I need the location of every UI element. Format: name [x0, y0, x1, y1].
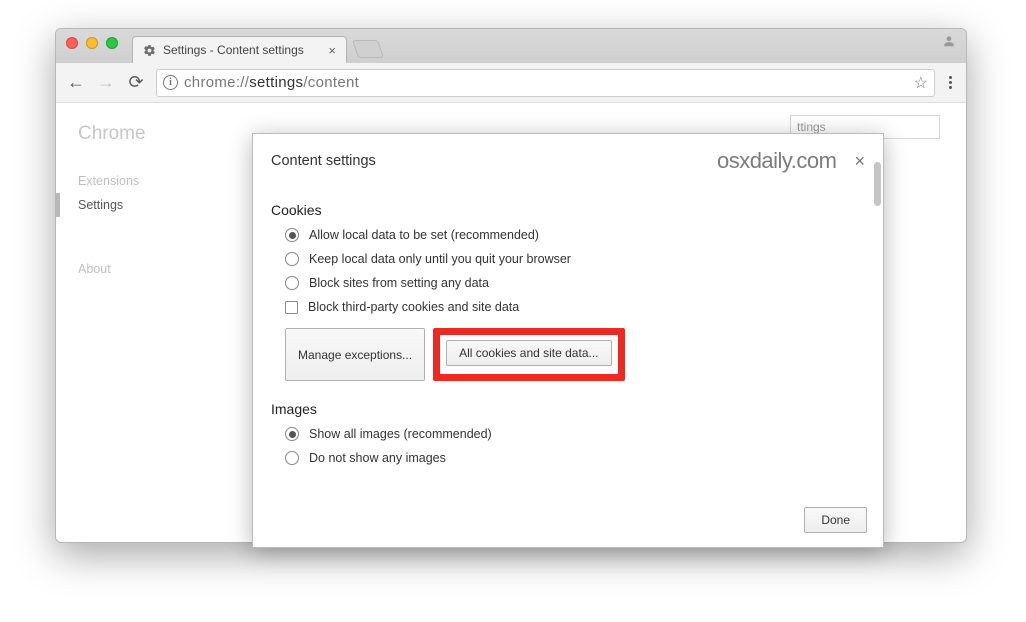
sidebar: Chrome Extensions Settings About — [56, 103, 204, 542]
cookies-button-row: Manage exceptions... All cookies and sit… — [285, 328, 865, 381]
close-window-button[interactable] — [66, 37, 78, 49]
done-button[interactable]: Done — [804, 507, 867, 533]
sidebar-item-settings[interactable]: Settings — [56, 193, 204, 217]
minimize-window-button[interactable] — [86, 37, 98, 49]
dialog-header: Content settings osxdaily.com × — [253, 134, 883, 184]
radio-icon — [285, 276, 299, 290]
watermark-text: osxdaily.com — [717, 148, 837, 174]
back-button[interactable]: ← — [66, 72, 86, 93]
radio-icon — [285, 252, 299, 266]
radio-icon — [285, 228, 299, 242]
url-text: chrome://settings/content — [184, 74, 359, 91]
dialog-footer: Done — [253, 497, 883, 547]
manage-exceptions-button[interactable]: Manage exceptions... — [285, 328, 425, 381]
radio-icon — [285, 451, 299, 465]
gear-icon — [143, 44, 156, 57]
dialog-title: Content settings — [271, 153, 376, 169]
dialog-close-button[interactable]: × — [854, 151, 865, 172]
toolbar: ← → ⟳ i chrome://settings/content ☆ — [56, 63, 966, 103]
profile-button[interactable] — [942, 34, 956, 53]
radio-label: Allow local data to be set (recommended) — [309, 228, 539, 242]
cookies-option-allow[interactable]: Allow local data to be set (recommended) — [285, 228, 865, 242]
bookmark-star-icon[interactable]: ☆ — [914, 73, 928, 93]
checkbox-icon — [285, 301, 298, 314]
sidebar-item-extensions[interactable]: Extensions — [78, 169, 204, 193]
images-option-show[interactable]: Show all images (recommended) — [285, 427, 865, 441]
url-scheme: chrome:// — [184, 74, 249, 91]
tab-settings[interactable]: Settings - Content settings × — [132, 36, 347, 63]
radio-label: Keep local data only until you quit your… — [309, 252, 571, 266]
site-info-icon[interactable]: i — [163, 75, 178, 90]
content-settings-dialog: Content settings osxdaily.com × Cookies … — [252, 133, 884, 548]
dialog-body: Cookies Allow local data to be set (reco… — [253, 184, 883, 497]
reload-button[interactable]: ⟳ — [126, 72, 146, 93]
omnibox[interactable]: i chrome://settings/content ☆ — [156, 69, 935, 97]
radio-icon — [285, 427, 299, 441]
url-path: /content — [303, 74, 359, 91]
window-controls — [66, 37, 118, 49]
sidebar-item-about[interactable]: About — [78, 257, 204, 281]
images-option-hide[interactable]: Do not show any images — [285, 451, 865, 465]
search-placeholder-fragment: ttings — [797, 120, 826, 134]
tabstrip: Settings - Content settings × — [56, 29, 966, 63]
tab-close-icon[interactable]: × — [328, 43, 336, 58]
cookies-option-keep-until-quit[interactable]: Keep local data only until you quit your… — [285, 252, 865, 266]
cookies-block-thirdparty-checkbox[interactable]: Block third-party cookies and site data — [285, 300, 865, 314]
url-host: settings — [249, 74, 303, 91]
radio-label: Do not show any images — [309, 451, 446, 465]
newtab-button[interactable] — [352, 40, 384, 58]
overflow-menu-button[interactable] — [945, 76, 956, 89]
cookies-option-block[interactable]: Block sites from setting any data — [285, 276, 865, 290]
cookies-heading: Cookies — [271, 202, 865, 218]
forward-button[interactable]: → — [96, 72, 116, 93]
radio-label: Block sites from setting any data — [309, 276, 489, 290]
checkbox-label: Block third-party cookies and site data — [308, 300, 519, 314]
images-heading: Images — [271, 401, 865, 417]
radio-label: Show all images (recommended) — [309, 427, 492, 441]
tab-title: Settings - Content settings — [163, 43, 304, 57]
brand-title: Chrome — [78, 123, 204, 145]
fullscreen-window-button[interactable] — [106, 37, 118, 49]
all-cookies-button[interactable]: All cookies and site data... — [446, 340, 611, 366]
annotation-highlight: All cookies and site data... — [433, 328, 624, 381]
